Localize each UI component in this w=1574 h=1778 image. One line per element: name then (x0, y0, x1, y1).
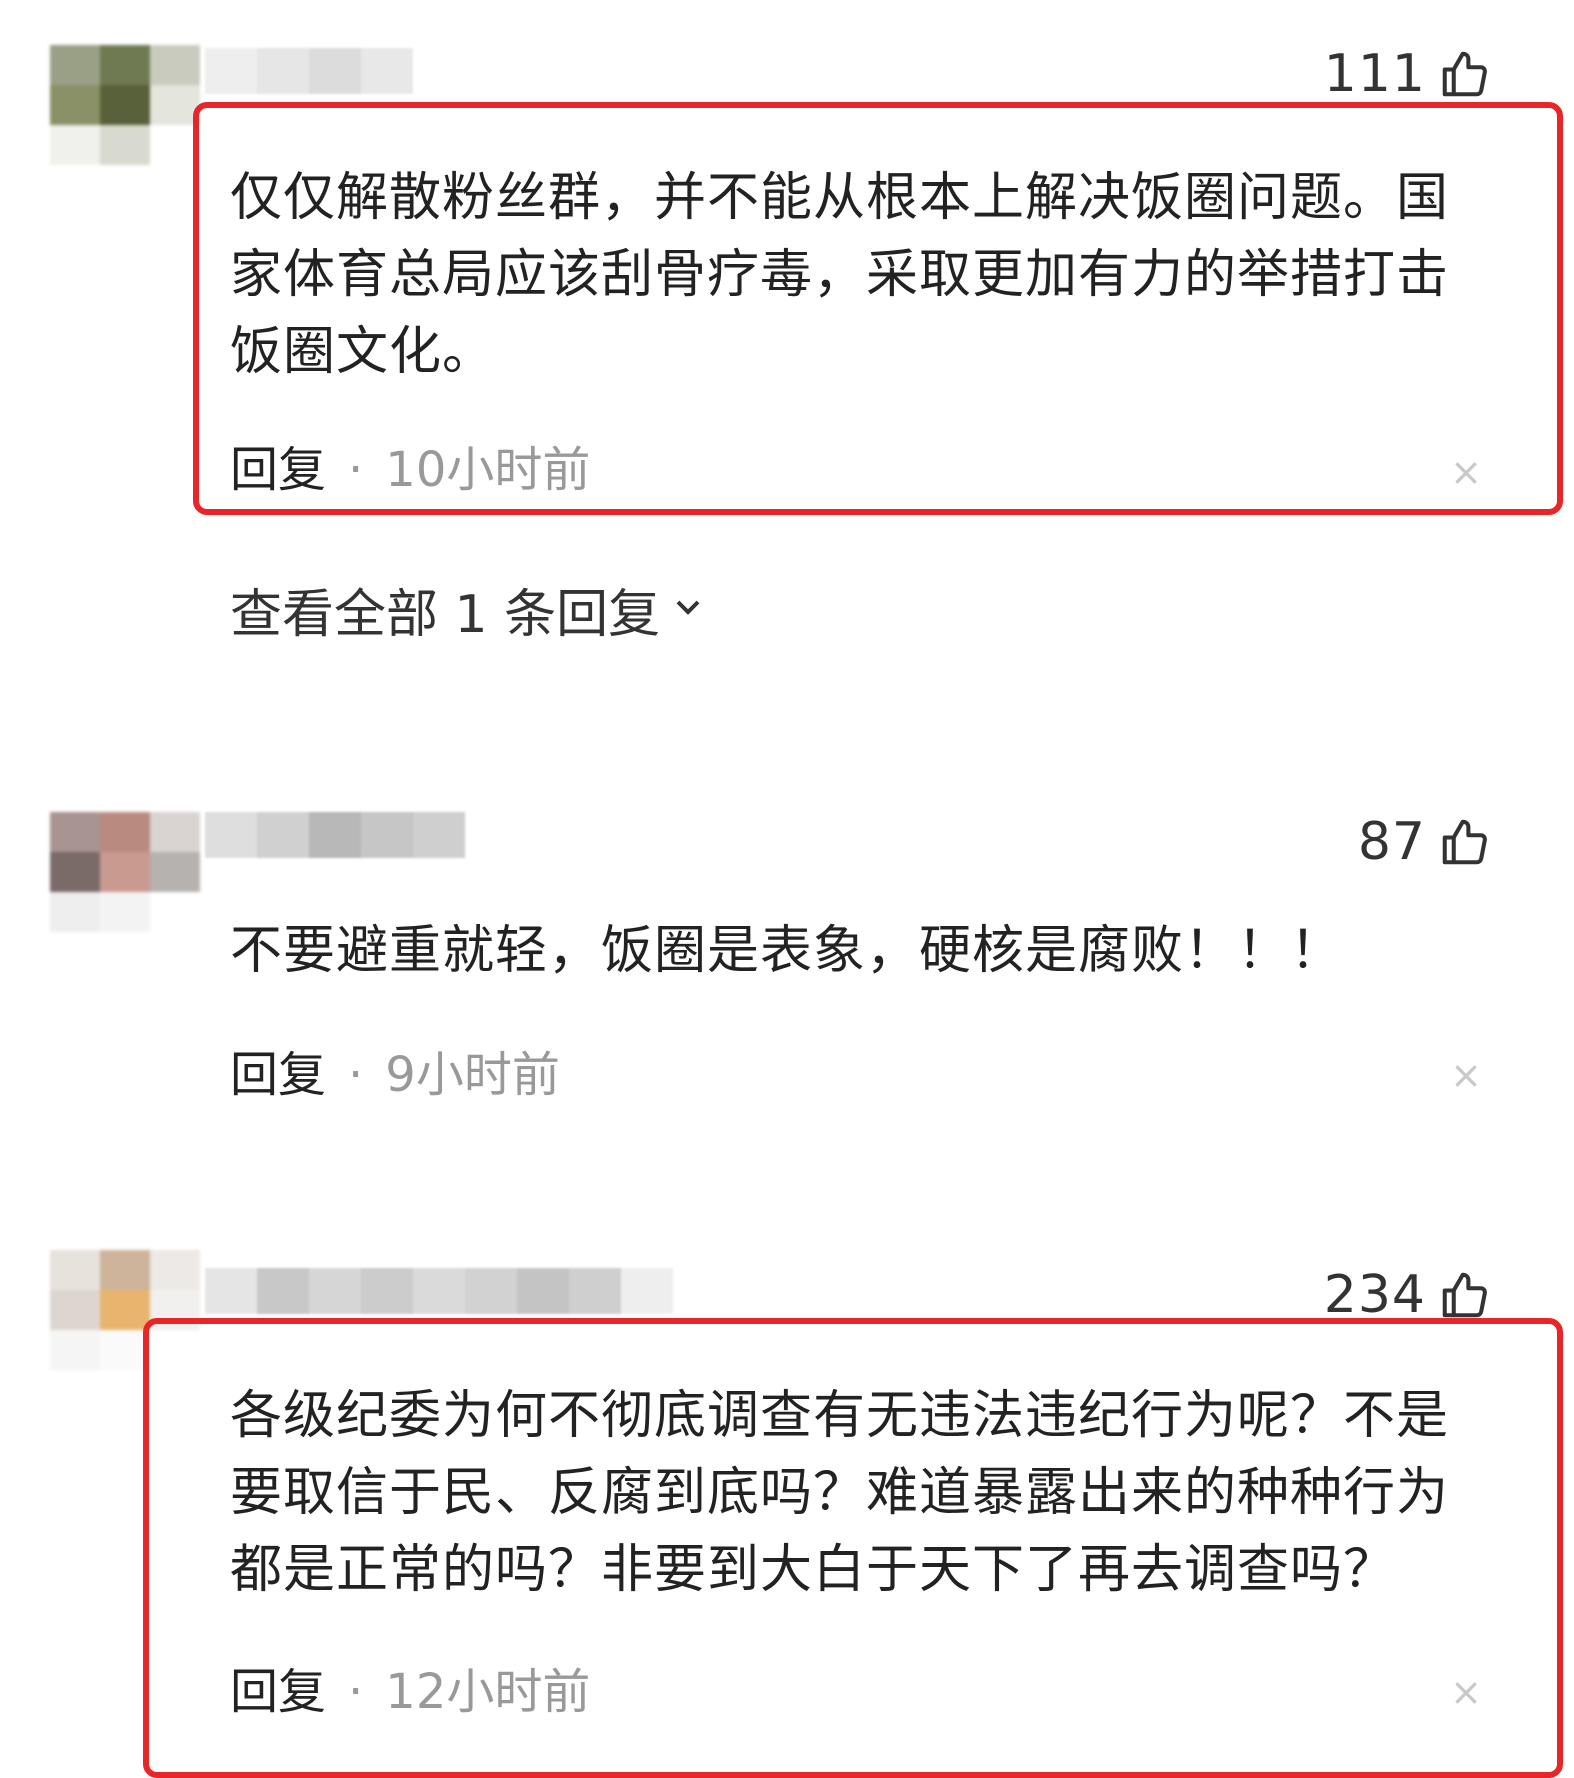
thumbs-up-icon (1438, 815, 1492, 869)
thumbs-up-icon (1438, 1268, 1492, 1322)
like-count: 234 (1323, 1265, 1426, 1325)
like-button[interactable]: 234 (1324, 1265, 1492, 1325)
thumbs-up-icon (1438, 47, 1492, 101)
chevron-down-icon (668, 580, 708, 640)
meta-separator: · (348, 442, 364, 498)
meta-separator: · (348, 1664, 364, 1720)
like-button[interactable]: 111 (1324, 44, 1492, 104)
view-all-replies-label: 查看全部 1 条回复 (230, 585, 661, 645)
avatar[interactable] (50, 1250, 200, 1370)
comment-text: 仅仅解散粉丝群，并不能从根本上解决饭圈问题。国家体育总局应该刮骨疗毒，采取更加有… (230, 168, 1450, 382)
username-redacted[interactable] (205, 812, 465, 858)
close-icon[interactable]: × (1450, 1055, 1482, 1095)
reply-button[interactable]: 回复 (230, 1662, 326, 1722)
avatar[interactable] (50, 45, 200, 165)
close-icon[interactable]: × (1450, 452, 1482, 492)
like-count: 87 (1357, 812, 1426, 872)
like-button[interactable]: 87 (1358, 812, 1492, 872)
timestamp: 9小时前 (385, 1047, 560, 1103)
comment-text: 不要避重就轻，饭圈是表象，硬核是腐败！！！ (230, 921, 1344, 981)
meta-separator: · (348, 1047, 364, 1103)
username-redacted[interactable] (205, 1268, 673, 1314)
username-redacted[interactable] (205, 48, 413, 94)
comment-text: 各级纪委为何不彻底调查有无违法违纪行为呢？不是要取信于民、反腐到底吗？难道暴露出… (230, 1386, 1450, 1600)
view-all-replies-button[interactable]: 查看全部 1 条回复 (230, 572, 708, 647)
avatar[interactable] (50, 812, 200, 932)
timestamp: 12小时前 (385, 1664, 591, 1720)
comment-meta: 回复 · 10小时前 (230, 440, 590, 500)
comment-meta: 回复 · 9小时前 (230, 1045, 560, 1105)
reply-button[interactable]: 回复 (230, 440, 326, 500)
reply-button[interactable]: 回复 (230, 1045, 326, 1105)
comment-meta: 回复 · 12小时前 (230, 1662, 590, 1722)
like-count: 111 (1323, 44, 1426, 104)
close-icon[interactable]: × (1450, 1672, 1482, 1712)
timestamp: 10小时前 (385, 442, 591, 498)
